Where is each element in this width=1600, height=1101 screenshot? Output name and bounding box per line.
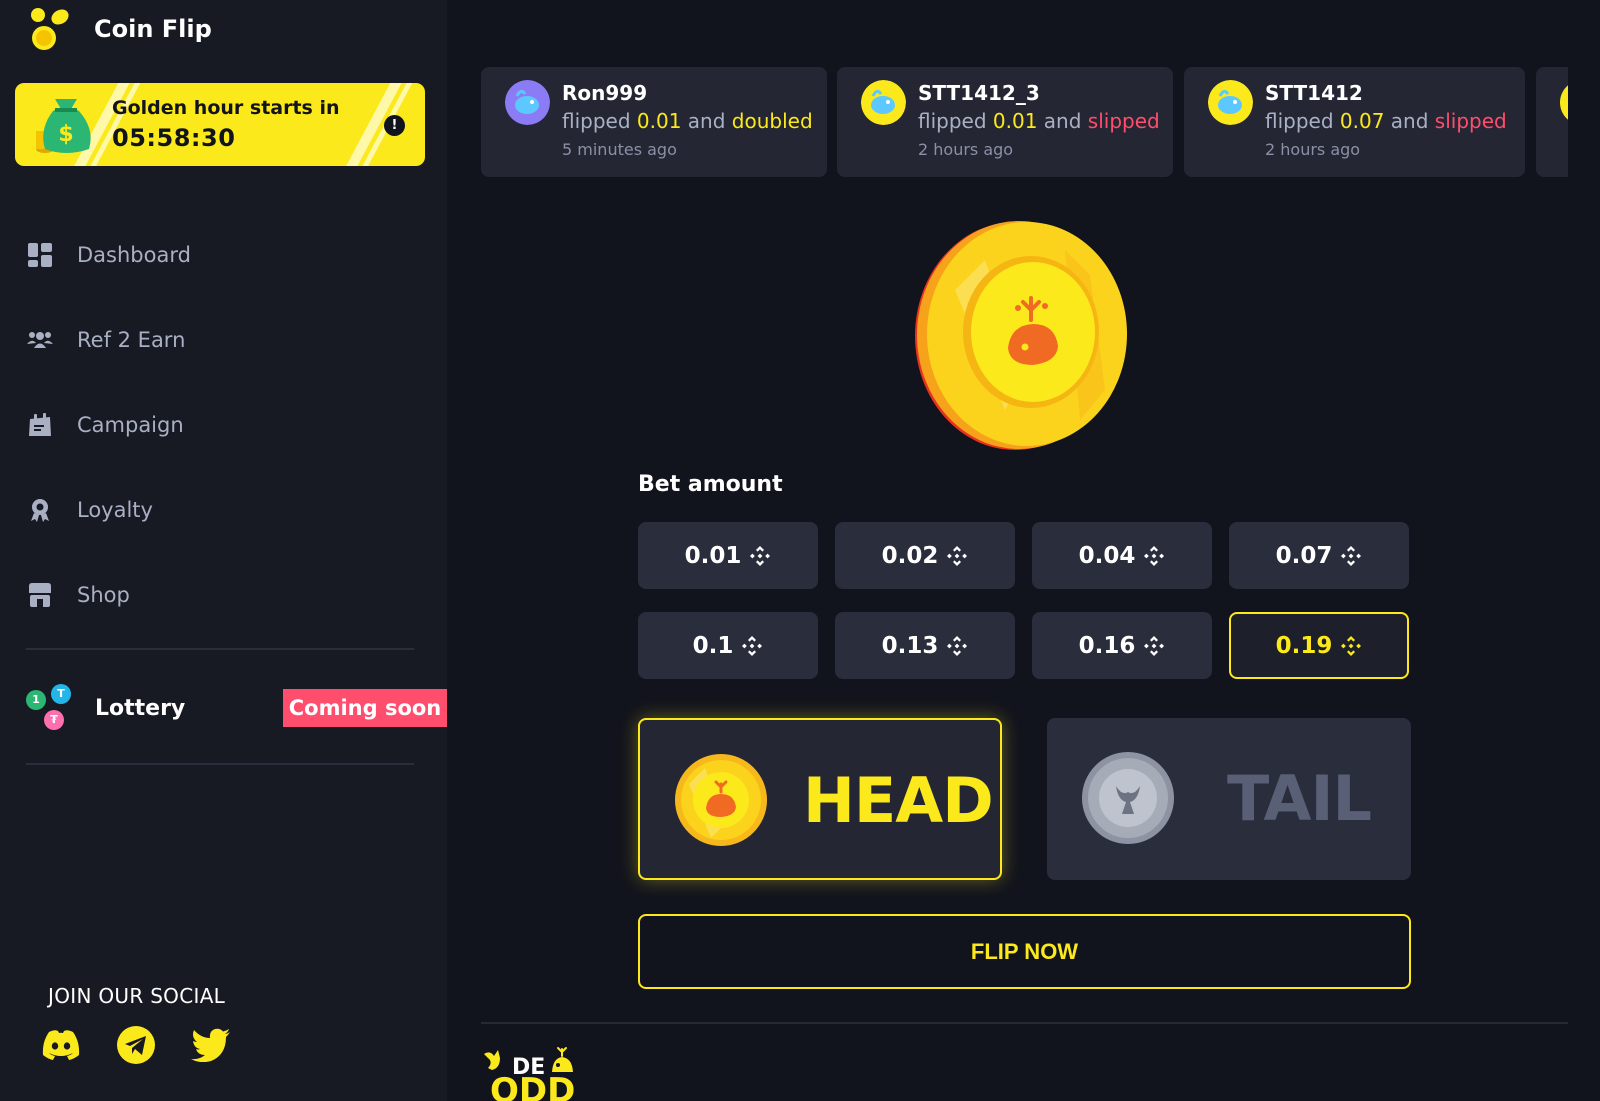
money-bag-icon: $: [36, 99, 91, 153]
feed-time: 2 hours ago: [918, 140, 1014, 159]
avatar: [1208, 80, 1253, 125]
bet-amount-option[interactable]: 0.02: [835, 522, 1015, 589]
head-coin-icon: [675, 754, 767, 846]
feed-amount: 0.01: [636, 109, 682, 133]
sidebar-nav: Dashboard Ref 2 Earn Campaign Loyalty Sh…: [26, 212, 191, 637]
deodd-logo[interactable]: DE ODD: [482, 1046, 578, 1101]
avatar: [861, 80, 906, 125]
feed-result: doubled: [731, 109, 813, 133]
bnb-icon: [1341, 635, 1362, 656]
nav-label: Shop: [77, 582, 130, 607]
referral-icon: [26, 326, 53, 353]
divider: [481, 1022, 1568, 1024]
nav-label: Ref 2 Earn: [77, 327, 186, 352]
nav-item-lottery[interactable]: 1 T ₮ Lottery Coming soon: [26, 684, 447, 744]
divider: [26, 648, 414, 650]
nav-item-campaign[interactable]: Campaign: [26, 382, 191, 467]
coin-flip-logo-icon: [31, 8, 69, 50]
feed-username: Ron999: [562, 81, 648, 105]
twitter-icon[interactable]: [190, 1024, 232, 1066]
bet-amount-option[interactable]: 0.01: [638, 522, 818, 589]
golden-hour-label: Golden hour starts in: [112, 97, 340, 119]
bnb-icon: [1144, 635, 1165, 656]
info-icon[interactable]: !: [384, 115, 405, 136]
feed-time: 5 minutes ago: [562, 140, 677, 159]
telegram-icon[interactable]: [115, 1024, 157, 1066]
bet-amount-label: Bet amount: [638, 472, 783, 497]
avatar: [1560, 85, 1568, 120]
flip-now-button[interactable]: FLIP NOW: [638, 914, 1411, 989]
feed-result: slipped: [1087, 109, 1160, 133]
tail-coin-icon: [1082, 752, 1174, 844]
nav-item-dashboard[interactable]: Dashboard: [26, 212, 191, 297]
feed-card[interactable]: STT1412 flipped 0.07 and slipped 2 hours…: [1184, 67, 1525, 177]
discord-icon[interactable]: [40, 1024, 82, 1066]
bet-amount-option-selected[interactable]: 0.19: [1229, 612, 1409, 679]
bnb-icon: [1341, 545, 1362, 566]
golden-hour-banner[interactable]: $ Golden hour starts in 05:58:30 !: [15, 83, 425, 166]
dashboard-icon: [26, 241, 53, 268]
nav-label: Loyalty: [77, 497, 153, 522]
brand[interactable]: Coin Flip: [26, 4, 212, 54]
coming-soon-badge: Coming soon: [283, 689, 447, 727]
lottery-ball-icon: 1: [26, 690, 46, 710]
bet-amount-option[interactable]: 0.1: [638, 612, 818, 679]
loyalty-icon: [26, 496, 53, 523]
feed-username: STT1412: [1265, 81, 1363, 105]
feed-card[interactable]: Ron999 flipped 0.01 and doubled 5 minute…: [481, 67, 827, 177]
social-title: JOIN OUR SOCIAL: [48, 984, 226, 1008]
lottery-label: Lottery: [95, 696, 186, 721]
avatar: [505, 80, 550, 125]
feed-amount: 0.01: [992, 109, 1038, 133]
tail-label: TAIL: [1227, 762, 1372, 835]
nav-label: Campaign: [77, 412, 184, 437]
nav-item-shop[interactable]: Shop: [26, 552, 191, 637]
golden-hour-countdown: 05:58:30: [112, 124, 236, 152]
bet-amount-option[interactable]: 0.04: [1032, 522, 1212, 589]
svg-text:ODD: ODD: [490, 1071, 575, 1101]
lottery-ball-icon: T: [51, 684, 71, 704]
nav-label: Dashboard: [77, 242, 191, 267]
nav-item-ref-2-earn[interactable]: Ref 2 Earn: [26, 297, 191, 382]
bet-amount-option[interactable]: 0.07: [1229, 522, 1409, 589]
coin-icon: [915, 221, 1127, 450]
feed-card[interactable]: STT1412_3 flipped 0.01 and slipped 2 hou…: [837, 67, 1173, 177]
shop-icon: [26, 581, 53, 608]
feed-amount: 0.07: [1339, 109, 1385, 133]
campaign-icon: [26, 411, 53, 438]
bnb-icon: [947, 545, 968, 566]
bet-amount-grid: 0.01 0.02 0.04 0.07 0.1 0.13 0.16 0.19: [638, 522, 1411, 679]
feed-action: flipped 0.07 and slipped: [1265, 109, 1507, 133]
bnb-icon: [750, 545, 771, 566]
head-button[interactable]: HEAD: [638, 718, 1002, 880]
feed-card-partial[interactable]: [1536, 67, 1568, 177]
feed-result: slipped: [1434, 109, 1507, 133]
head-label: HEAD: [803, 764, 994, 837]
svg-text:$: $: [58, 122, 73, 147]
nav-item-loyalty[interactable]: Loyalty: [26, 467, 191, 552]
feed-action: flipped 0.01 and slipped: [918, 109, 1160, 133]
bnb-icon: [1144, 545, 1165, 566]
recent-flips-feed: Ron999 flipped 0.01 and doubled 5 minute…: [481, 67, 1568, 177]
lottery-ball-icon: ₮: [44, 710, 64, 730]
bnb-icon: [742, 635, 763, 656]
tail-button[interactable]: TAIL: [1047, 718, 1411, 880]
bet-amount-option[interactable]: 0.16: [1032, 612, 1212, 679]
bet-amount-option[interactable]: 0.13: [835, 612, 1015, 679]
social-links: [40, 1024, 232, 1066]
sidebar: Coin Flip $ Golden hour starts in 05:58:…: [0, 0, 447, 1101]
feed-time: 2 hours ago: [1265, 140, 1361, 159]
feed-username: STT1412_3: [918, 81, 1040, 105]
bnb-icon: [947, 635, 968, 656]
divider: [26, 763, 414, 765]
app-title: Coin Flip: [94, 15, 212, 43]
feed-action: flipped 0.01 and doubled: [562, 109, 813, 133]
